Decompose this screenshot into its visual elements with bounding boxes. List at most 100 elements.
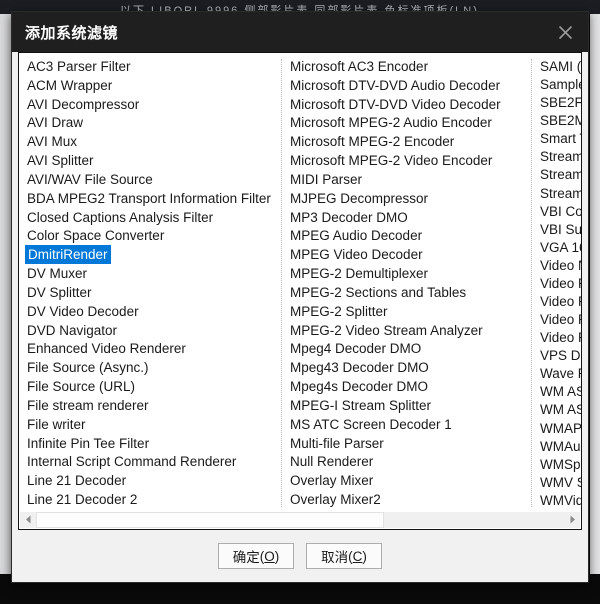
list-item[interactable]: MIDI Parser (288, 170, 531, 189)
cancel-button-accelerator: C (352, 548, 363, 564)
list-item[interactable]: ACM Wrapper (25, 76, 281, 95)
list-item[interactable]: MS ATC Screen Decoder 1 (288, 415, 531, 434)
list-item[interactable]: WMV S (538, 473, 581, 491)
list-item[interactable]: Color Space Converter (25, 226, 281, 245)
list-item[interactable]: DV Muxer (25, 264, 281, 283)
list-item[interactable]: Line 21 Decoder (25, 471, 281, 490)
list-item[interactable]: DVD Navigator (25, 321, 281, 340)
list-item[interactable]: WMAP (538, 419, 581, 437)
list-item[interactable]: Mpeg4s Decoder DMO (288, 377, 531, 396)
list-item[interactable]: Microsoft AC3 Encoder (288, 57, 531, 76)
list-item[interactable]: Microsoft MPEG-2 Audio Encoder (288, 113, 531, 132)
list-item[interactable]: SBE2Fil (538, 93, 581, 111)
list-item[interactable]: Microsoft MPEG-2 Encoder (288, 132, 531, 151)
scrollbar-thumb[interactable] (36, 512, 385, 528)
list-item[interactable]: File stream renderer (25, 396, 281, 415)
close-button[interactable] (542, 12, 588, 52)
scrollbar-track[interactable] (36, 512, 564, 528)
list-item[interactable]: AVI Mux (25, 132, 281, 151)
horizontal-scrollbar[interactable] (20, 512, 580, 528)
list-item[interactable]: WMAud (538, 437, 581, 455)
dialog-footer: 确定(O) 取消(C) (12, 530, 588, 582)
list-item[interactable]: Null Renderer (288, 452, 531, 471)
list-item[interactable]: MJPEG Decompressor (288, 189, 531, 208)
list-item[interactable]: Microsoft DTV-DVD Video Decoder (288, 95, 531, 114)
scroll-right-button[interactable] (564, 512, 580, 528)
list-item[interactable]: Microsoft MPEG-2 Video Encoder (288, 151, 531, 170)
list-item[interactable]: Video R (538, 310, 581, 328)
dialog-titlebar: 添加系统滤镜 (12, 12, 588, 52)
filter-list-column-1[interactable]: AC3 Parser Filter ACM Wrapper AVI Decompre… (19, 57, 281, 509)
ok-paren-close: ) (274, 548, 280, 564)
list-item[interactable]: WMVid (538, 491, 581, 509)
list-item[interactable]: MPEG-2 Splitter (288, 302, 531, 321)
list-item[interactable]: Infinite Pin Tee Filter (25, 434, 281, 453)
list-item[interactable]: Microsoft DTV-DVD Audio Decoder (288, 76, 531, 95)
list-item[interactable]: SBE2M (538, 111, 581, 129)
list-item[interactable]: Video R (538, 292, 581, 310)
close-icon (558, 25, 573, 40)
list-item[interactable]: File Source (Async.) (25, 358, 281, 377)
ok-button[interactable]: 确定(O) (218, 543, 294, 569)
horizontal-scrollbar-container (18, 511, 582, 530)
list-item[interactable]: MPEG-2 Sections and Tables (288, 283, 531, 302)
list-item[interactable]: Stream (538, 147, 581, 165)
list-item[interactable]: MPEG-I Stream Splitter (288, 396, 531, 415)
list-item[interactable]: DmitriRender (25, 245, 111, 265)
list-item[interactable]: VGA 16 (538, 238, 581, 256)
list-item[interactable]: AVI Splitter (25, 151, 281, 170)
list-item[interactable]: Wave P (538, 364, 581, 382)
background-window-edge-right (590, 14, 600, 574)
list-item[interactable]: WM AS (538, 400, 581, 418)
list-item[interactable]: Mpeg4 Decoder DMO (288, 339, 531, 358)
list-item[interactable]: Stream (538, 184, 581, 202)
list-item[interactable]: Sample (538, 75, 581, 93)
list-item[interactable]: AC3 Parser Filter (25, 57, 281, 76)
list-item[interactable]: DV Splitter (25, 283, 281, 302)
list-item[interactable]: Multi-file Parser (288, 434, 531, 453)
cancel-button[interactable]: 取消(C) (306, 543, 382, 569)
add-system-filter-dialog: 添加系统滤镜 AC3 Parser Filter ACM Wrapper AVI D… (11, 11, 589, 583)
chevron-left-icon (25, 511, 32, 529)
list-item[interactable]: MPEG Video Decoder (288, 245, 531, 264)
list-item[interactable]: Stream (538, 165, 581, 183)
filter-list-column-3[interactable]: SAMI (CSampleSBE2FilSBE2MSmart TStreamSt… (532, 57, 581, 509)
list-item[interactable]: BDA MPEG2 Transport Information Filter (25, 189, 281, 208)
list-item[interactable]: Overlay Mixer2 (288, 490, 531, 509)
ok-button-accelerator: O (264, 548, 275, 564)
list-item[interactable]: MPEG-2 Video Stream Analyzer (288, 321, 531, 340)
scroll-left-button[interactable] (20, 512, 36, 528)
list-item[interactable]: Line 21 Decoder 2 (25, 490, 281, 509)
list-item[interactable]: Internal Script Command Renderer (25, 452, 281, 471)
dialog-title: 添加系统滤镜 (25, 24, 119, 42)
list-item[interactable]: Overlay Mixer (288, 471, 531, 490)
list-item[interactable]: Video N (538, 256, 581, 274)
list-item[interactable]: File writer (25, 415, 281, 434)
list-item[interactable]: MPEG-2 Demultiplexer (288, 264, 531, 283)
filter-list-column-2[interactable]: Microsoft AC3 Encoder Microsoft DTV-DVD A… (282, 57, 531, 509)
list-item[interactable]: SAMI (C (538, 57, 581, 75)
list-item[interactable]: Mpeg43 Decoder DMO (288, 358, 531, 377)
ok-button-label: 确定 (232, 550, 260, 565)
list-item[interactable]: MP3 Decoder DMO (288, 208, 531, 227)
list-item[interactable]: VPS De (538, 346, 581, 364)
filter-list[interactable]: AC3 Parser Filter ACM Wrapper AVI Decompre… (18, 52, 582, 511)
cancel-button-label: 取消 (321, 550, 349, 565)
list-item[interactable]: Video R (538, 274, 581, 292)
list-item[interactable]: WMSpe (538, 455, 581, 473)
list-item[interactable]: VBI Cod (538, 202, 581, 220)
list-item[interactable]: AVI Decompressor (25, 95, 281, 114)
list-item[interactable]: VBI Sur (538, 220, 581, 238)
list-item[interactable]: AVI Draw (25, 113, 281, 132)
cancel-paren-close: ) (362, 548, 367, 564)
chevron-right-icon (569, 511, 576, 529)
list-item[interactable]: MPEG Audio Decoder (288, 226, 531, 245)
list-item[interactable]: Smart T (538, 129, 581, 147)
list-item[interactable]: AVI/WAV File Source (25, 170, 281, 189)
list-item[interactable]: WM AS (538, 382, 581, 400)
list-item[interactable]: Enhanced Video Renderer (25, 339, 281, 358)
list-item[interactable]: Closed Captions Analysis Filter (25, 208, 281, 227)
list-item[interactable]: DV Video Decoder (25, 302, 281, 321)
list-item[interactable]: Video R (538, 328, 581, 346)
list-item[interactable]: File Source (URL) (25, 377, 281, 396)
